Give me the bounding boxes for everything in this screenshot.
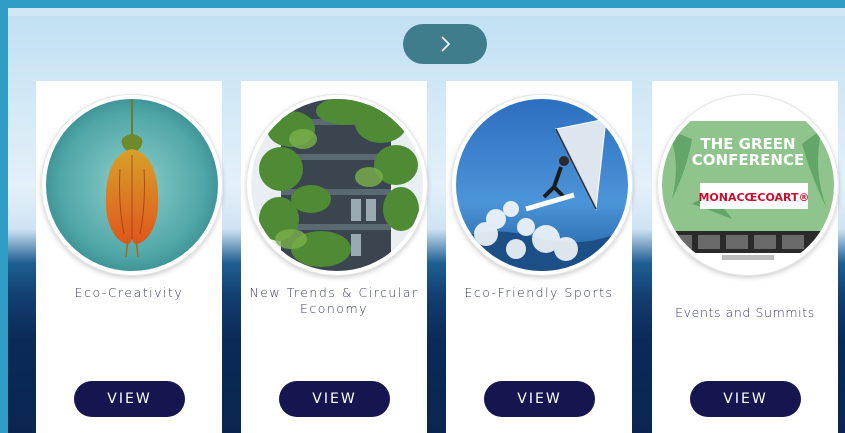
view-button[interactable]: VIEW (484, 381, 595, 417)
conference-image: THE GREEN CONFERENCE MONACŒCOART® (662, 99, 834, 271)
category-card-eco-friendly-sports: Eco-Friendly Sports VIEW (446, 81, 632, 433)
category-card-eco-creativity: Eco-Creativity VIEW (36, 81, 222, 433)
view-button[interactable]: VIEW (74, 381, 185, 417)
carousel-next-button[interactable] (403, 24, 487, 64)
card-image-windsurf[interactable] (452, 95, 632, 275)
chevron-right-icon (441, 36, 451, 52)
page-frame: Eco-Creativity VIEW New Trends & Circula… (8, 8, 845, 433)
card-title: New Trends & Circular Economy (249, 285, 419, 316)
category-card-circular-economy: New Trends & Circular Economy VIEW (241, 81, 427, 433)
conference-logo-text: MONACŒCOART® (698, 191, 809, 204)
card-title: Eco-Friendly Sports (464, 285, 614, 300)
view-button[interactable]: VIEW (279, 381, 390, 417)
category-card-events-summits: THE GREEN CONFERENCE MONACŒCOART® Events… (652, 81, 838, 433)
building-image (251, 99, 423, 271)
windsurf-image (456, 99, 628, 271)
card-image-conference[interactable]: THE GREEN CONFERENCE MONACŒCOART® (658, 95, 838, 275)
flower-image (46, 99, 218, 271)
card-image-flower[interactable] (42, 95, 222, 275)
card-image-building[interactable] (247, 95, 427, 275)
conference-heading-2: CONFERENCE (692, 151, 804, 169)
view-button[interactable]: VIEW (690, 381, 801, 417)
card-title: Events and Summits (675, 305, 815, 320)
card-title: Eco-Creativity (74, 285, 184, 300)
